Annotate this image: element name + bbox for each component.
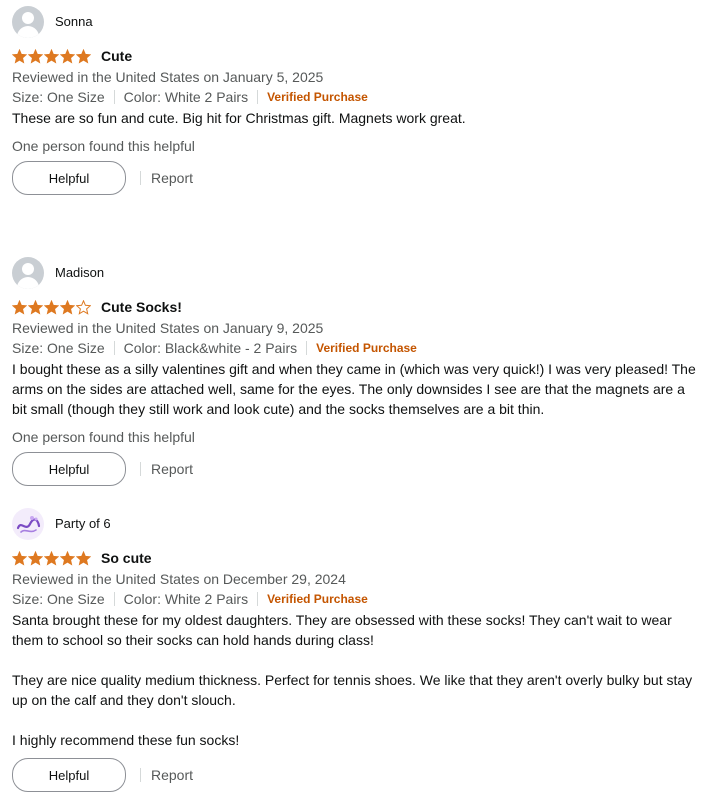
star-filled-icon: [28, 299, 43, 315]
custom-logo-avatar-icon: [12, 508, 44, 540]
report-link[interactable]: Report: [151, 168, 193, 188]
color-variant[interactable]: Color: White 2 Pairs: [124, 87, 248, 107]
review-paragraph: I bought these as a silly valentines gif…: [12, 361, 696, 417]
review-paragraph: Santa brought these for my oldest daught…: [12, 612, 672, 648]
star-rating[interactable]: [12, 48, 91, 64]
verified-purchase-badge: Verified Purchase: [267, 90, 368, 104]
divider: [257, 592, 259, 606]
review-date: Reviewed in the United States on January…: [12, 320, 324, 336]
review-title[interactable]: Cute: [101, 46, 132, 66]
helpful-button[interactable]: Helpful: [12, 161, 126, 195]
star-filled-icon: [12, 550, 27, 566]
verified-purchase-badge: Verified Purchase: [267, 592, 368, 606]
helpful-button[interactable]: Helpful: [12, 758, 126, 792]
divider: [113, 341, 115, 355]
star-filled-icon: [60, 550, 75, 566]
reviewer-name: Party of 6: [55, 516, 111, 531]
review-title[interactable]: Cute Socks!: [101, 297, 182, 317]
review-paragraph: These are so fun and cute. Big hit for C…: [12, 110, 466, 126]
default-avatar-icon: [12, 6, 44, 38]
divider: [140, 171, 141, 185]
star-rating[interactable]: [12, 299, 91, 315]
divider: [140, 462, 141, 476]
helpful-count: One person found this helpful: [12, 138, 195, 154]
star-empty-icon: [76, 299, 91, 315]
reviewer-name: Sonna: [55, 14, 93, 29]
review-paragraph: I highly recommend these fun socks!: [12, 732, 240, 748]
reviewer-profile[interactable]: Sonna: [12, 6, 702, 38]
helpful-count: One person found this helpful: [12, 429, 195, 445]
star-filled-icon: [60, 299, 75, 315]
color-variant[interactable]: Color: White 2 Pairs: [124, 589, 248, 609]
size-variant[interactable]: Size: One Size: [12, 87, 105, 107]
star-filled-icon: [28, 48, 43, 64]
review-body: I bought these as a silly valentines gif…: [12, 359, 702, 419]
report-link[interactable]: Report: [151, 459, 193, 479]
star-filled-icon: [44, 299, 59, 315]
reviews-list: Sonna Cute Reviewed in the United States…: [12, 6, 702, 811]
review-card: Madison Cute Socks! Reviewed in the Unit…: [12, 257, 702, 508]
helpful-button[interactable]: Helpful: [12, 452, 126, 486]
reviewer-profile[interactable]: Party of 6: [12, 508, 702, 540]
review-paragraph: They are nice quality medium thickness. …: [12, 672, 693, 708]
star-filled-icon: [12, 48, 27, 64]
reviewer-name: Madison: [55, 265, 105, 280]
star-filled-icon: [60, 48, 75, 64]
star-filled-icon: [76, 550, 91, 566]
star-filled-icon: [12, 299, 27, 315]
default-avatar-icon: [12, 257, 44, 289]
size-variant[interactable]: Size: One Size: [12, 338, 105, 358]
star-filled-icon: [28, 550, 43, 566]
divider: [140, 768, 141, 782]
star-rating[interactable]: [12, 550, 91, 566]
star-filled-icon: [44, 550, 59, 566]
verified-purchase-badge: Verified Purchase: [316, 341, 417, 355]
review-date: Reviewed in the United States on Decembe…: [12, 571, 346, 587]
star-filled-icon: [76, 48, 91, 64]
reviewer-profile[interactable]: Madison: [12, 257, 702, 289]
report-link[interactable]: Report: [151, 765, 193, 785]
review-card: Sonna Cute Reviewed in the United States…: [12, 6, 702, 257]
color-variant[interactable]: Color: Black&white - 2 Pairs: [124, 338, 298, 358]
size-variant[interactable]: Size: One Size: [12, 589, 105, 609]
review-date: Reviewed in the United States on January…: [12, 69, 324, 85]
review-card: Party of 6 So cute Reviewed in the Unite…: [12, 508, 702, 811]
divider: [113, 90, 115, 104]
star-filled-icon: [44, 48, 59, 64]
divider: [306, 341, 308, 355]
review-body: Santa brought these for my oldest daught…: [12, 610, 702, 750]
review-title[interactable]: So cute: [101, 548, 152, 568]
review-body: These are so fun and cute. Big hit for C…: [12, 108, 702, 128]
divider: [257, 90, 259, 104]
divider: [113, 592, 115, 606]
